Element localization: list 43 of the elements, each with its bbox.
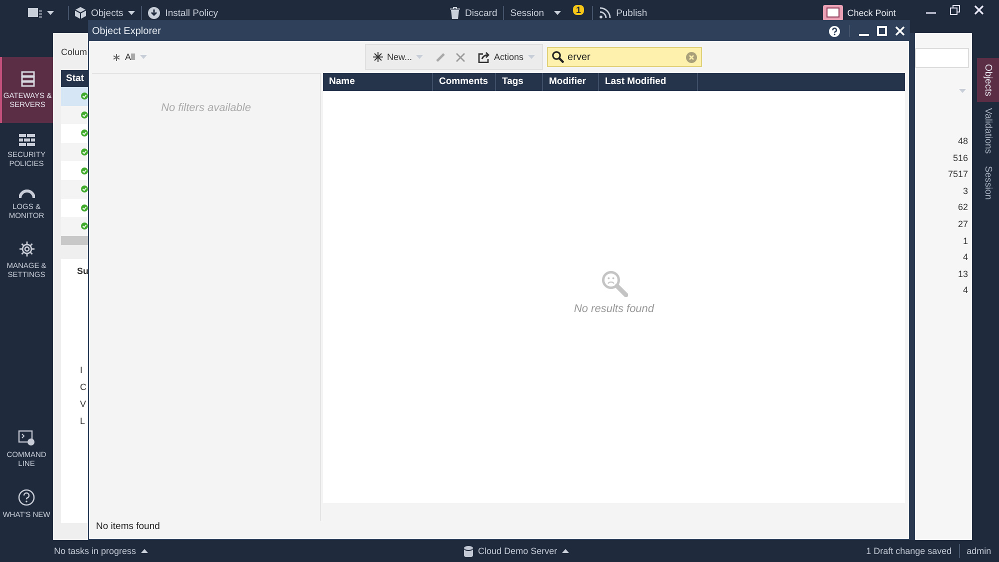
user-name: admin — [966, 546, 992, 556]
actions-button[interactable]: Actions — [475, 52, 538, 62]
draft-status: 1 Draft change saved — [866, 546, 952, 556]
tab[interactable]: Su — [61, 258, 88, 283]
column-header[interactable]: Modifier — [543, 73, 599, 91]
side-tab[interactable]: Objects — [977, 58, 999, 102]
search-field[interactable]: erver — [568, 52, 682, 62]
empty-message: No results found — [574, 303, 654, 315]
count: 4 — [962, 252, 968, 262]
item-count-status: No items found — [96, 521, 160, 532]
field-label: C — [80, 382, 88, 392]
count: 27 — [956, 218, 968, 229]
count: 3 — [962, 186, 968, 196]
count: 48 — [956, 136, 968, 146]
brand-name: Check Point — [847, 8, 896, 18]
search-bar[interactable]: erver — [546, 47, 702, 67]
count: 1 — [962, 236, 968, 246]
filter-button[interactable]: All — [107, 51, 154, 63]
field-label: V — [80, 398, 88, 409]
column-header: Stat — [61, 70, 88, 87]
count: 4 — [962, 285, 968, 296]
notification-badge: 1 — [573, 5, 584, 15]
count: 62 — [956, 202, 968, 212]
column-header[interactable]: Last Modified — [599, 73, 698, 91]
field-label: L — [80, 416, 86, 426]
count: 7517 — [948, 169, 968, 180]
column-header[interactable]: Tags — [496, 73, 543, 91]
count: 516 — [952, 152, 968, 163]
side-tab[interactable]: Session — [977, 160, 999, 206]
empty-message: No filters available — [161, 102, 251, 116]
count: 13 — [956, 268, 968, 279]
side-tab[interactable]: Validations — [977, 102, 999, 160]
new-button[interactable]: New... — [370, 52, 426, 62]
column-header[interactable]: Name — [323, 73, 433, 91]
dialog-title: Object Explorer — [92, 26, 161, 36]
publish-button[interactable]: Publish — [593, 5, 654, 21]
session-menu[interactable]: Session — [504, 5, 568, 21]
server-button[interactable]: Cloud Demo Server — [464, 543, 570, 559]
columns-label: Colum — [61, 46, 88, 59]
discard-button[interactable]: Discard — [444, 5, 504, 21]
column-header[interactable]: Comments — [433, 73, 496, 91]
tasks-button[interactable]: No tasks in progress — [54, 543, 148, 559]
field-label: I — [80, 364, 84, 375]
